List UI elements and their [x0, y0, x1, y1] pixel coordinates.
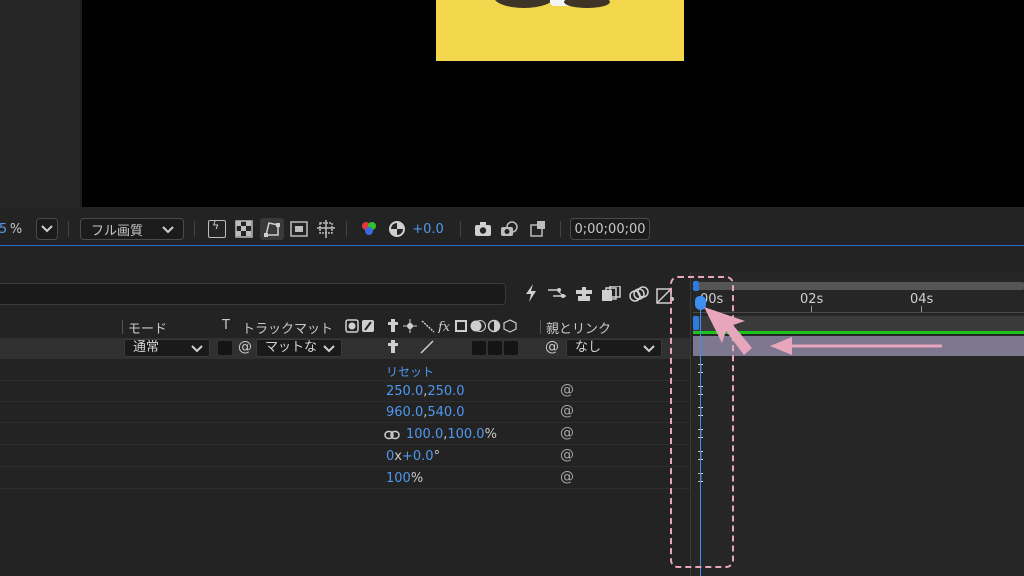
3d-layer-switch[interactable] [488, 341, 502, 355]
toolbar-divider [68, 221, 69, 237]
spiral-icon[interactable]: @ [560, 425, 574, 441]
link-icon [384, 430, 400, 440]
switch-icons-header [345, 319, 375, 337]
rotation-value[interactable]: 0x+0.0° [386, 449, 440, 464]
yellow-layer-preview[interactable] [436, 0, 684, 61]
grid-guides-icon [317, 220, 335, 238]
solo-icon [388, 340, 398, 353]
parent-dropdown[interactable]: なし [566, 339, 662, 357]
solo-icon [576, 287, 592, 301]
toolbar-divider [460, 221, 461, 237]
position-row: 960.0,540.0 @ [0, 402, 690, 423]
exposure-value[interactable]: +0.0 [412, 218, 444, 240]
spiral-icon[interactable]: @ [560, 403, 574, 419]
layer-mode-dropdown[interactable]: 通常 [124, 339, 210, 357]
region-of-interest-button[interactable] [288, 218, 310, 240]
position-value[interactable]: 960.0,540.0 [386, 405, 465, 420]
frame-blend-button[interactable] [601, 285, 621, 306]
anchor-point-value[interactable]: 250.0,250.0 [386, 384, 465, 399]
layer-search-input[interactable] [0, 283, 506, 305]
shy-layer-switch[interactable] [386, 340, 402, 358]
fast-preview-button[interactable]: ϟ [206, 218, 228, 240]
adjustment-layer-switch[interactable] [472, 341, 486, 355]
track-matte-column-header[interactable]: トラックマット [242, 318, 333, 337]
chevron-down-icon [162, 226, 174, 234]
transform-row: リセット [0, 360, 690, 381]
transparency-grid-button[interactable] [233, 218, 255, 240]
composition-viewer [0, 0, 1024, 207]
toolbar-divider [194, 221, 195, 237]
svg-text:fx: fx [437, 320, 451, 333]
illustration-shape [564, 0, 610, 8]
anchor-point-row: 250.0,250.0 @ [0, 381, 690, 402]
parent-link-column-header[interactable]: 親とリンク [546, 318, 611, 337]
spiral-icon[interactable]: @ [560, 469, 574, 485]
illustration-shape [494, 0, 554, 8]
solo-switch-button[interactable] [574, 286, 594, 306]
resolution-dropdown[interactable]: フル画質 [80, 218, 184, 240]
column-divider [540, 320, 541, 334]
motion-blur-icon [629, 286, 649, 302]
rotation-row: 0x+0.0° @ [0, 446, 690, 467]
mode-column-header[interactable]: モード [128, 318, 167, 337]
pointer-arrow-annotation [704, 307, 942, 355]
toolbar-divider [346, 221, 347, 237]
camera-icon [475, 222, 491, 236]
snapshot-button[interactable] [472, 218, 494, 240]
frame-blend-icon [602, 285, 621, 301]
graph-editor-button[interactable] [547, 286, 567, 304]
reset-link[interactable]: リセット [386, 363, 434, 380]
track-matte-dropdown[interactable]: マットな [256, 339, 342, 357]
reset-exposure-button[interactable] [386, 218, 408, 240]
motion-blur-switch[interactable] [504, 341, 518, 355]
spiral-icon[interactable]: @ [560, 382, 574, 398]
opacity-row: 100% @ [0, 468, 690, 489]
region-of-interest-icon [290, 221, 308, 237]
guides-button[interactable] [315, 218, 337, 240]
channel-button[interactable] [358, 218, 380, 240]
checkerboard-icon [235, 220, 253, 238]
pixel-aspect-button[interactable] [527, 218, 549, 240]
timecode-field[interactable]: 0;00;00;00 [570, 218, 650, 240]
layer-mode-value: 通常 [133, 340, 160, 355]
toolbar-divider [560, 221, 561, 237]
graph-icon [548, 288, 566, 298]
track-matte-value: マットな [265, 340, 318, 355]
spiral-icon: @ [238, 339, 252, 355]
scale-row: 100.0,100.0% @ [0, 424, 690, 445]
show-snapshot-button[interactable] [499, 218, 521, 240]
pixel-aspect-icon [530, 221, 545, 237]
spiral-icon[interactable]: @ [560, 447, 574, 463]
scale-value[interactable]: 100.0,100.0% [406, 427, 497, 442]
chevron-down-icon [643, 345, 655, 353]
zoom-value-fragment: 5 [0, 221, 8, 237]
resolution-label: フル画質 [91, 223, 144, 239]
mask-path-icon [264, 222, 280, 237]
fast-preview-icon: ϟ [208, 219, 226, 238]
opacity-value[interactable]: 100% [386, 471, 423, 486]
show-snapshot-icon [501, 221, 518, 236]
column-divider [122, 320, 123, 334]
mask-visibility-button[interactable] [260, 218, 284, 240]
motion-blur-button[interactable] [629, 286, 649, 306]
spiral-icon: @ [545, 339, 559, 355]
chevron-down-icon [41, 225, 53, 233]
zoom-percent-label: % [9, 221, 23, 237]
parent-value: なし [575, 340, 602, 355]
quality-switch[interactable] [420, 340, 434, 358]
rgb-channels-icon [362, 222, 376, 235]
viewer-left-panel [0, 0, 80, 207]
chevron-down-icon [191, 345, 203, 353]
preserve-transparency-column-header[interactable]: T [222, 318, 230, 333]
chevron-down-icon [323, 345, 335, 353]
exposure-icon [389, 221, 405, 237]
preserve-transparency-checkbox[interactable] [218, 341, 232, 355]
zoom-dropdown-button[interactable] [36, 218, 58, 240]
quality-slash-icon [420, 340, 434, 354]
lightning-icon[interactable] [521, 284, 541, 306]
work-area-bar[interactable] [693, 282, 1024, 290]
viewer-toolbar: 5 % フル画質 ϟ +0.0 0;00;00;00 [0, 212, 1024, 246]
layer-switches-header: fx [386, 319, 524, 337]
